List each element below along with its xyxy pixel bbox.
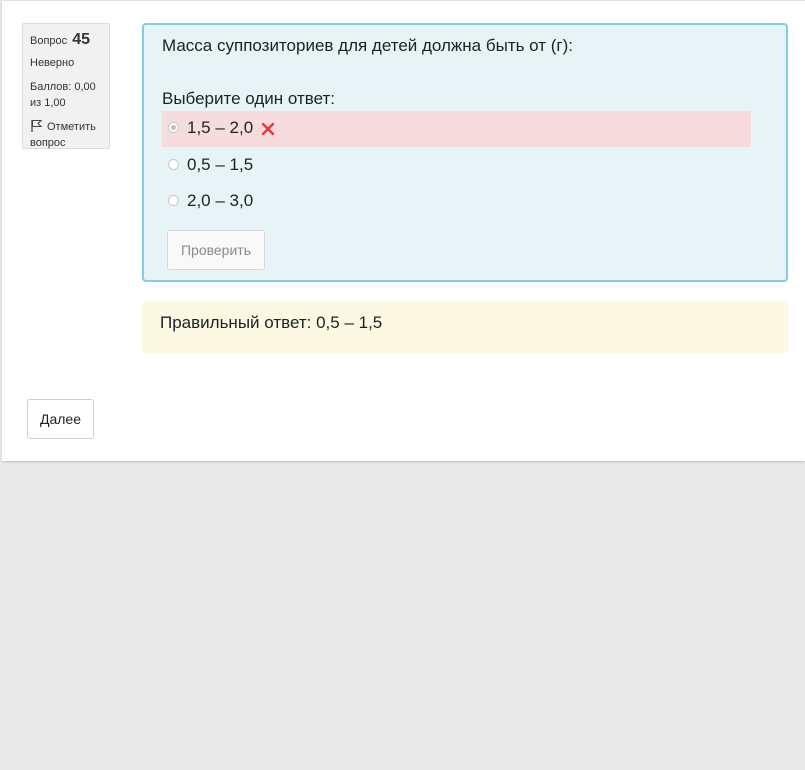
question-page: Вопрос 45 Неверно Баллов: 0,00 из 1,00 О… [2, 0, 805, 461]
answer-label-2: 0,5 – 1,5 [187, 155, 254, 174]
check-button[interactable]: Проверить [167, 230, 265, 270]
question-text: Масса суппозиториев для детей должна быт… [162, 36, 574, 55]
question-number-label: Вопрос [30, 35, 68, 47]
question-info-panel: Вопрос 45 Неверно Баллов: 0,00 из 1,00 О… [22, 23, 110, 149]
answer-radio-1[interactable] [168, 122, 179, 133]
question-number: Вопрос 45 [30, 32, 105, 49]
flag-question-link[interactable]: Отметить вопрос [30, 119, 105, 151]
answer-option-2[interactable]: 0,5 – 1,5 [162, 148, 751, 184]
right-answer-text: Правильный ответ: 0,5 – 1,5 [160, 313, 383, 332]
x-mark-icon [261, 122, 275, 136]
answer-option-1[interactable]: 1,5 – 2,0 [162, 111, 751, 147]
feedback-box: Правильный ответ: 0,5 – 1,5 [142, 301, 788, 353]
question-grade: Баллов: 0,00 из 1,00 [30, 81, 96, 109]
answer-label-3: 2,0 – 3,0 [187, 191, 254, 210]
answer-label-1: 1,5 – 2,0 [187, 118, 254, 137]
next-button[interactable]: Далее [27, 399, 94, 439]
answer-radio-3[interactable] [168, 195, 179, 206]
flag-icon [31, 119, 43, 132]
answer-option-3[interactable]: 2,0 – 3,0 [162, 184, 751, 220]
question-number-value: 45 [72, 31, 91, 48]
question-state: Неверно [30, 57, 75, 69]
answer-prompt: Выберите один ответ: [162, 89, 335, 108]
answer-radio-2[interactable] [168, 159, 179, 170]
question-formulation: Масса суппозиториев для детей должна быт… [142, 23, 788, 282]
